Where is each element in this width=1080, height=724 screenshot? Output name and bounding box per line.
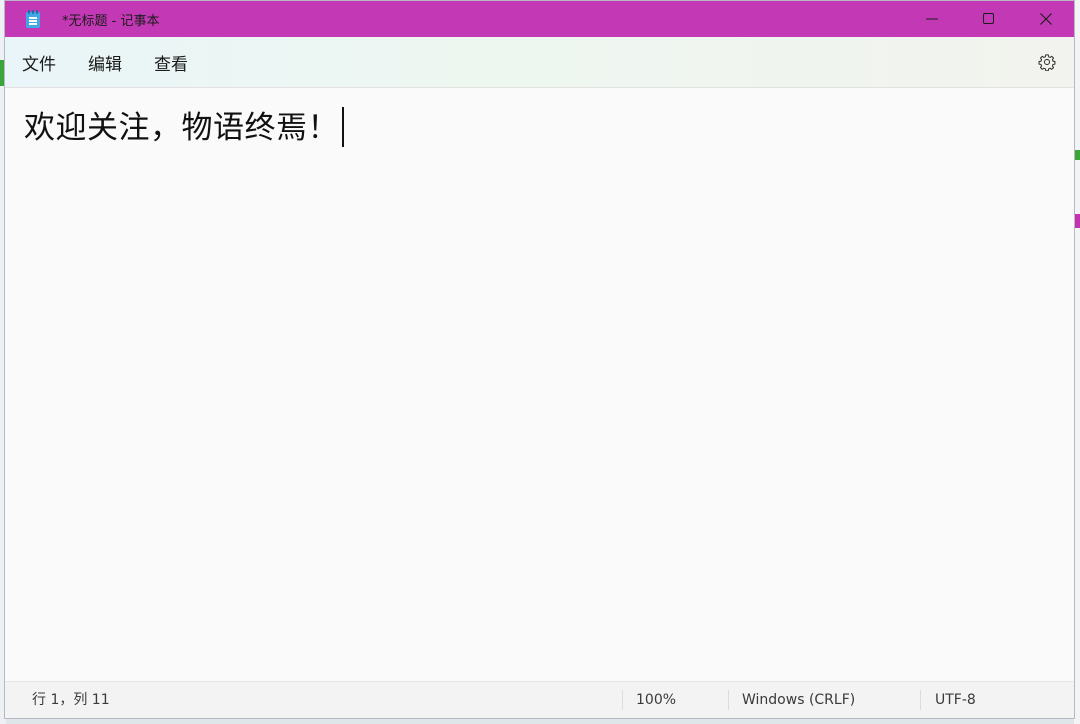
desktop-background-accent-right-2 xyxy=(1075,214,1080,228)
menu-edit[interactable]: 编辑 xyxy=(88,50,122,75)
status-divider xyxy=(622,690,623,710)
close-button[interactable] xyxy=(1017,1,1074,37)
editor-content[interactable]: 欢迎关注，物语终焉！ xyxy=(24,108,339,148)
gear-icon xyxy=(1038,54,1056,71)
line-ending: Windows (CRLF) xyxy=(742,692,856,708)
desktop-background-accent-right xyxy=(1075,150,1080,160)
status-divider xyxy=(728,690,729,710)
encoding: UTF-8 xyxy=(935,692,976,708)
text-editor[interactable]: 欢迎关注，物语终焉！ xyxy=(5,88,1074,682)
window-controls xyxy=(903,1,1074,37)
close-icon xyxy=(1039,13,1052,25)
notepad-icon xyxy=(25,10,41,28)
menu-file[interactable]: 文件 xyxy=(22,50,56,75)
maximize-button[interactable] xyxy=(960,1,1017,37)
status-divider xyxy=(920,690,921,710)
menu-view[interactable]: 查看 xyxy=(154,50,188,75)
settings-button[interactable] xyxy=(1037,52,1057,72)
status-bar: 行 1，列 11 100% Windows (CRLF) UTF-8 xyxy=(5,681,1074,718)
menu-bar: 文件 编辑 查看 xyxy=(5,37,1074,88)
text-caret xyxy=(342,107,344,147)
minimize-button[interactable] xyxy=(903,1,960,37)
cursor-position: 行 1，列 11 xyxy=(32,692,110,708)
window-title: *无标题 - 记事本 xyxy=(62,13,160,29)
zoom-level: 100% xyxy=(636,692,677,708)
minimize-icon xyxy=(925,18,938,20)
maximize-icon xyxy=(982,13,994,24)
title-bar[interactable]: *无标题 - 记事本 xyxy=(5,1,1074,37)
notepad-window: *无标题 - 记事本 文件 编辑 查看 欢迎关注，物语终焉！ 行 1，列 11 … xyxy=(4,0,1075,719)
